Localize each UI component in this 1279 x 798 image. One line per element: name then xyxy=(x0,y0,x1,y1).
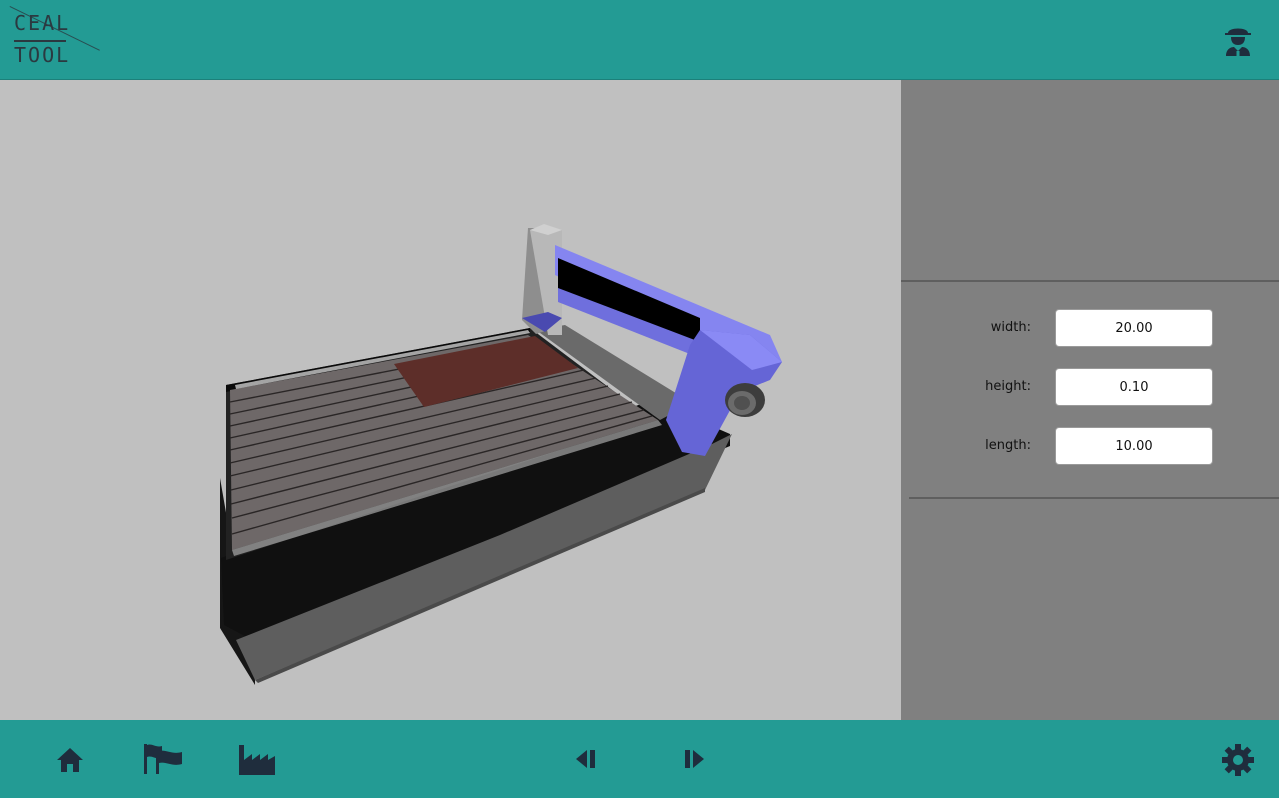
height-input[interactable] xyxy=(1055,368,1213,406)
step-back-button[interactable] xyxy=(574,747,598,775)
user-profile-button[interactable] xyxy=(1220,22,1256,58)
worker-avatar-icon xyxy=(1225,28,1251,56)
width-label: width: xyxy=(990,320,1031,335)
3d-viewport[interactable] xyxy=(0,80,901,720)
gear-icon xyxy=(1222,744,1254,776)
factory-icon xyxy=(239,745,275,775)
settings-button[interactable] xyxy=(1221,743,1255,781)
parameters-panel: width: height: length: xyxy=(901,80,1279,720)
width-input[interactable] xyxy=(1055,309,1213,347)
gantry-motor xyxy=(725,383,765,417)
length-input[interactable] xyxy=(1055,427,1213,465)
logo-line-1: CEAL xyxy=(14,11,71,35)
flags-icon xyxy=(144,744,182,774)
length-label: length: xyxy=(985,438,1031,453)
step-back-icon xyxy=(576,750,595,768)
home-icon xyxy=(57,748,83,772)
logo-rule xyxy=(14,40,66,42)
app-logo: CEAL TOOL xyxy=(9,6,104,68)
step-forward-button[interactable] xyxy=(682,747,706,775)
app-header: CEAL TOOL xyxy=(0,0,1279,80)
bottom-toolbar xyxy=(0,720,1279,798)
step-forward-icon xyxy=(685,750,704,768)
panel-divider-top xyxy=(901,280,1279,282)
factory-button[interactable] xyxy=(238,742,276,780)
height-label: height: xyxy=(985,379,1031,394)
cnc-machine-model xyxy=(220,224,782,685)
logo-line-2: TOOL xyxy=(14,43,71,67)
panel-divider-bottom xyxy=(909,497,1279,499)
flags-button[interactable] xyxy=(142,742,184,780)
home-button[interactable] xyxy=(56,746,84,778)
